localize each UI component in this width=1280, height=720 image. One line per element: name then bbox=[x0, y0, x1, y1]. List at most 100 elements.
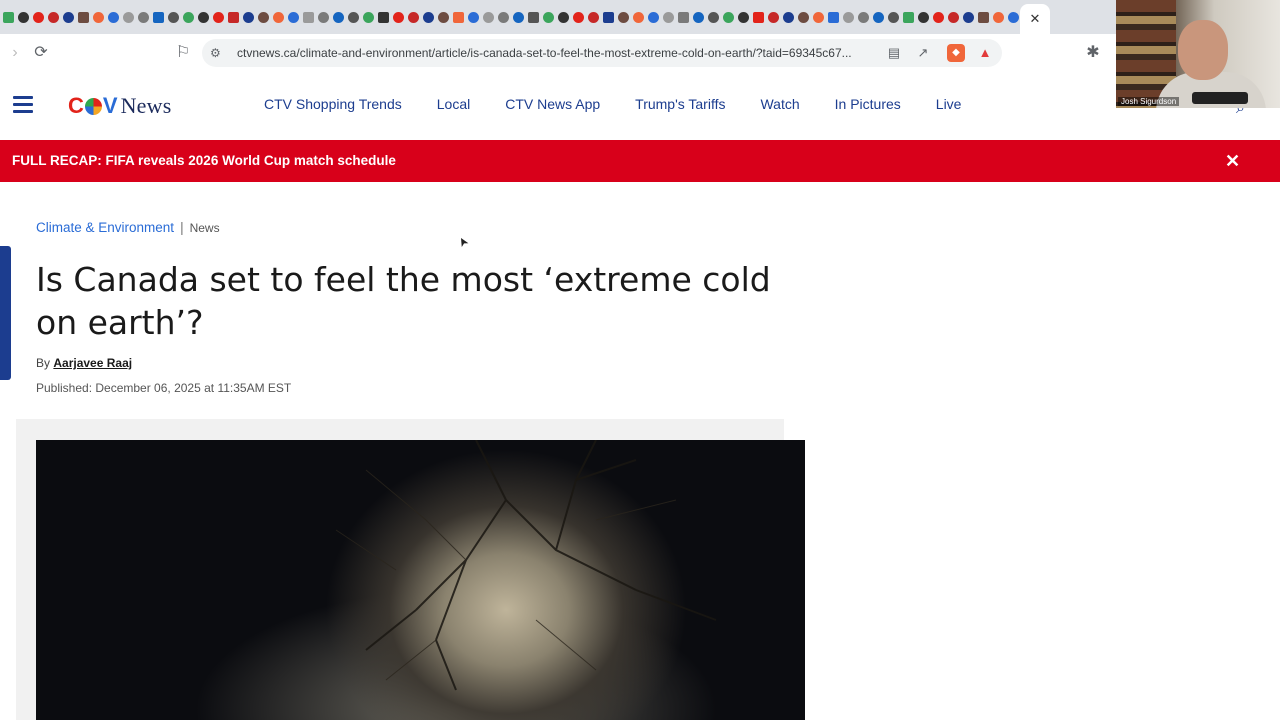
active-tab[interactable]: ✕ bbox=[1020, 4, 1050, 34]
pinned-tab-favicon[interactable] bbox=[78, 11, 89, 23]
pinned-tab-favicon[interactable] bbox=[963, 11, 974, 23]
pinned-tab-favicon[interactable] bbox=[573, 11, 584, 23]
pinned-tab-favicon[interactable] bbox=[768, 11, 779, 23]
forward-icon[interactable]: › bbox=[4, 42, 26, 64]
pinned-tab-favicon[interactable] bbox=[378, 11, 389, 23]
pinned-tab-favicon[interactable] bbox=[438, 11, 449, 23]
pinned-tab-favicon[interactable] bbox=[648, 11, 659, 23]
site-settings-icon[interactable]: ⚙ bbox=[210, 45, 226, 61]
pinned-tab-favicon[interactable] bbox=[48, 11, 59, 23]
author-link[interactable]: Aarjavee Raaj bbox=[53, 356, 132, 370]
nav-shopping-trends[interactable]: CTV Shopping Trends bbox=[264, 96, 402, 112]
pinned-tab-favicon[interactable] bbox=[453, 11, 464, 23]
nav-in-pictures[interactable]: In Pictures bbox=[835, 96, 901, 112]
url-text[interactable]: ctvnews.ca/climate-and-environment/artic… bbox=[237, 46, 877, 60]
pinned-tab-favicon[interactable] bbox=[1008, 11, 1019, 23]
pinned-tab-favicon[interactable] bbox=[753, 11, 764, 23]
pinned-tab-favicon[interactable] bbox=[888, 11, 899, 23]
pinned-tab-favicon[interactable] bbox=[3, 11, 14, 23]
pinned-tab-favicon[interactable] bbox=[63, 11, 74, 23]
pinned-tab-favicon[interactable] bbox=[633, 11, 644, 23]
pinned-tab-favicon[interactable] bbox=[543, 11, 554, 23]
presenter-name: Josh Sigurdson bbox=[1118, 97, 1180, 106]
pinned-tab-favicon[interactable] bbox=[603, 11, 614, 23]
pinned-tab-favicon[interactable] bbox=[498, 11, 509, 23]
nav-tariffs[interactable]: Trump's Tariffs bbox=[635, 96, 725, 112]
pinned-tab-favicon[interactable] bbox=[678, 11, 689, 23]
pinned-tab-favicon[interactable] bbox=[303, 11, 314, 23]
top-navigation: CTV Shopping Trends Local CTV News App T… bbox=[264, 96, 996, 112]
pinned-tab-favicon[interactable] bbox=[858, 11, 869, 23]
pinned-tab-favicon[interactable] bbox=[813, 11, 824, 23]
pinned-tab-favicon[interactable] bbox=[198, 11, 209, 23]
pinned-tab-favicon[interactable] bbox=[588, 11, 599, 23]
pinned-tab-favicon[interactable] bbox=[798, 11, 809, 23]
reload-icon[interactable]: ⟳ bbox=[30, 42, 52, 64]
pinned-tab-favicon[interactable] bbox=[213, 11, 224, 23]
pinned-tab-favicon[interactable] bbox=[18, 11, 29, 23]
pinned-tab-favicon[interactable] bbox=[708, 11, 719, 23]
pinned-tab-favicon[interactable] bbox=[408, 11, 419, 23]
share-sidebar-tab[interactable] bbox=[0, 246, 11, 380]
pinned-tab-favicon[interactable] bbox=[873, 11, 884, 23]
pinned-tab-favicon[interactable] bbox=[273, 11, 284, 23]
pinned-tab-favicon[interactable] bbox=[243, 11, 254, 23]
pinned-tab-favicon[interactable] bbox=[348, 11, 359, 23]
pinned-tab-favicon[interactable] bbox=[693, 11, 704, 23]
tab-close-icon[interactable]: ✕ bbox=[1030, 11, 1041, 27]
pinned-tab-favicon[interactable] bbox=[393, 11, 404, 23]
nav-watch[interactable]: Watch bbox=[760, 96, 799, 112]
reader-mode-icon[interactable]: ▤ bbox=[885, 44, 903, 62]
pinned-tab-favicon[interactable] bbox=[618, 11, 629, 23]
banner-text[interactable]: FULL RECAP: FIFA reveals 2026 World Cup … bbox=[12, 153, 396, 168]
pinned-tab-favicon[interactable] bbox=[933, 11, 944, 23]
ctv-news-logo[interactable]: C V News bbox=[68, 93, 171, 119]
pinned-tab-favicon[interactable] bbox=[738, 11, 749, 23]
pinned-tab-favicon[interactable] bbox=[183, 11, 194, 23]
article-photo[interactable] bbox=[36, 440, 805, 720]
pinned-tab-favicon[interactable] bbox=[918, 11, 929, 23]
pinned-tab-favicon[interactable] bbox=[903, 11, 914, 23]
pinned-tab-favicon[interactable] bbox=[123, 11, 134, 23]
webcam-overlay: Josh Sigurdson bbox=[1116, 0, 1280, 108]
pinned-tab-favicon[interactable] bbox=[843, 11, 854, 23]
category-link[interactable]: Climate & Environment bbox=[36, 220, 174, 235]
pinned-tab-favicon[interactable] bbox=[558, 11, 569, 23]
nav-news-app[interactable]: CTV News App bbox=[505, 96, 600, 112]
pinned-tab-favicon[interactable] bbox=[828, 11, 839, 23]
pinned-tab-favicon[interactable] bbox=[483, 11, 494, 23]
pinned-tab-favicon[interactable] bbox=[108, 11, 119, 23]
pinned-tab-favicon[interactable] bbox=[468, 11, 479, 23]
nav-local[interactable]: Local bbox=[437, 96, 470, 112]
pinned-tab-favicon[interactable] bbox=[993, 11, 1004, 23]
address-bar[interactable]: ⚙ ctvnews.ca/climate-and-environment/art… bbox=[202, 39, 1002, 67]
banner-close-icon[interactable]: ✕ bbox=[1225, 151, 1240, 172]
pinned-tab-favicon[interactable] bbox=[318, 11, 329, 23]
pinned-tab-favicon[interactable] bbox=[948, 11, 959, 23]
pinned-tab-favicon[interactable] bbox=[153, 11, 164, 23]
bookmark-icon[interactable]: ⚐ bbox=[172, 42, 194, 64]
pinned-tab-favicon[interactable] bbox=[663, 11, 674, 23]
pinned-tab-favicon[interactable] bbox=[228, 11, 239, 23]
pinned-tab-favicon[interactable] bbox=[288, 11, 299, 23]
extensions-icon[interactable]: ✱ bbox=[1082, 42, 1104, 64]
pinned-tab-favicon[interactable] bbox=[168, 11, 179, 23]
pinned-tab-favicon[interactable] bbox=[513, 11, 524, 23]
pinned-tab-favicon[interactable] bbox=[93, 11, 104, 23]
pinned-tab-favicon[interactable] bbox=[723, 11, 734, 23]
pinned-tab-favicon[interactable] bbox=[33, 11, 44, 23]
pinned-tab-favicon[interactable] bbox=[423, 11, 434, 23]
pinned-tab-favicon[interactable] bbox=[528, 11, 539, 23]
menu-icon[interactable] bbox=[13, 96, 33, 114]
pinned-tab-favicon[interactable] bbox=[258, 11, 269, 23]
pinned-tab-favicon[interactable] bbox=[363, 11, 374, 23]
brave-rewards-icon[interactable]: ▲ bbox=[976, 44, 994, 62]
pinned-tab-favicon[interactable] bbox=[978, 11, 989, 23]
pinned-tab-favicon[interactable] bbox=[138, 11, 149, 23]
nav-live[interactable]: Live bbox=[936, 96, 962, 112]
brave-shields-icon[interactable]: ◆ bbox=[947, 44, 965, 62]
share-icon[interactable]: ↗ bbox=[914, 44, 932, 62]
pinned-tab-favicon[interactable] bbox=[783, 11, 794, 23]
breaking-news-banner[interactable]: FULL RECAP: FIFA reveals 2026 World Cup … bbox=[0, 140, 1280, 182]
pinned-tab-favicon[interactable] bbox=[333, 11, 344, 23]
